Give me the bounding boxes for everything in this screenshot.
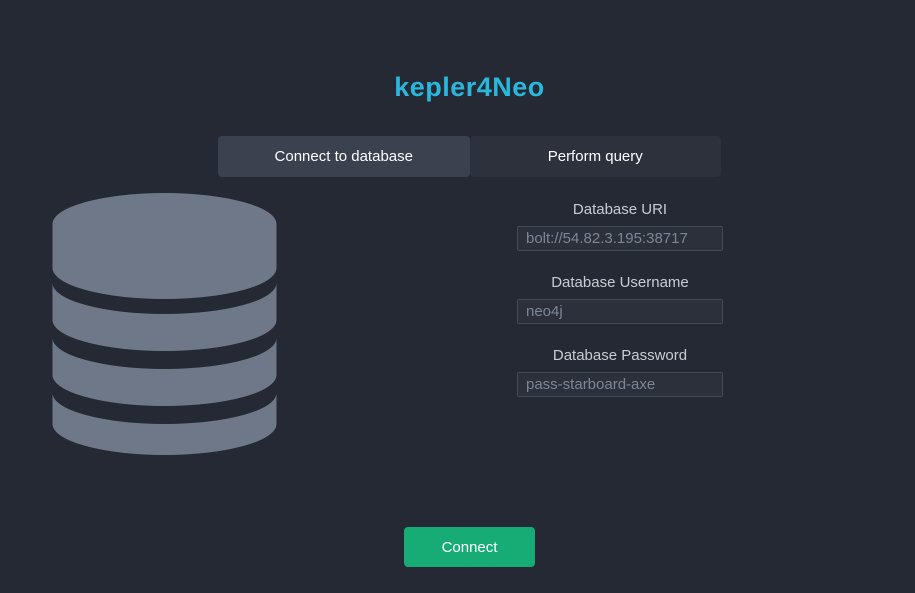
app-window: kepler4Neo Connect to database Perform q… [0, 0, 915, 593]
field-database-username: Database Username [517, 274, 723, 324]
tab-connect-to-database[interactable]: Connect to database [218, 136, 470, 177]
database-icon [52, 193, 277, 455]
database-username-label: Database Username [551, 274, 689, 291]
field-database-uri: Database URI [517, 201, 723, 251]
database-uri-input[interactable] [517, 226, 723, 251]
database-password-label: Database Password [552, 347, 688, 364]
database-uri-label: Database URI [572, 201, 668, 218]
database-password-input[interactable] [517, 372, 723, 397]
database-username-input[interactable] [517, 299, 723, 324]
tab-connect-label: Connect to database [274, 148, 413, 165]
field-database-password: Database Password [517, 347, 723, 397]
tab-query-label: Perform query [547, 148, 643, 165]
tab-bar: Connect to database Perform query [218, 136, 721, 177]
connect-button[interactable]: Connect [404, 527, 535, 567]
tab-perform-query[interactable]: Perform query [469, 136, 721, 177]
page-title: kepler4Neo [394, 72, 545, 102]
connection-form: Database URI Database Username Database … [517, 201, 723, 420]
